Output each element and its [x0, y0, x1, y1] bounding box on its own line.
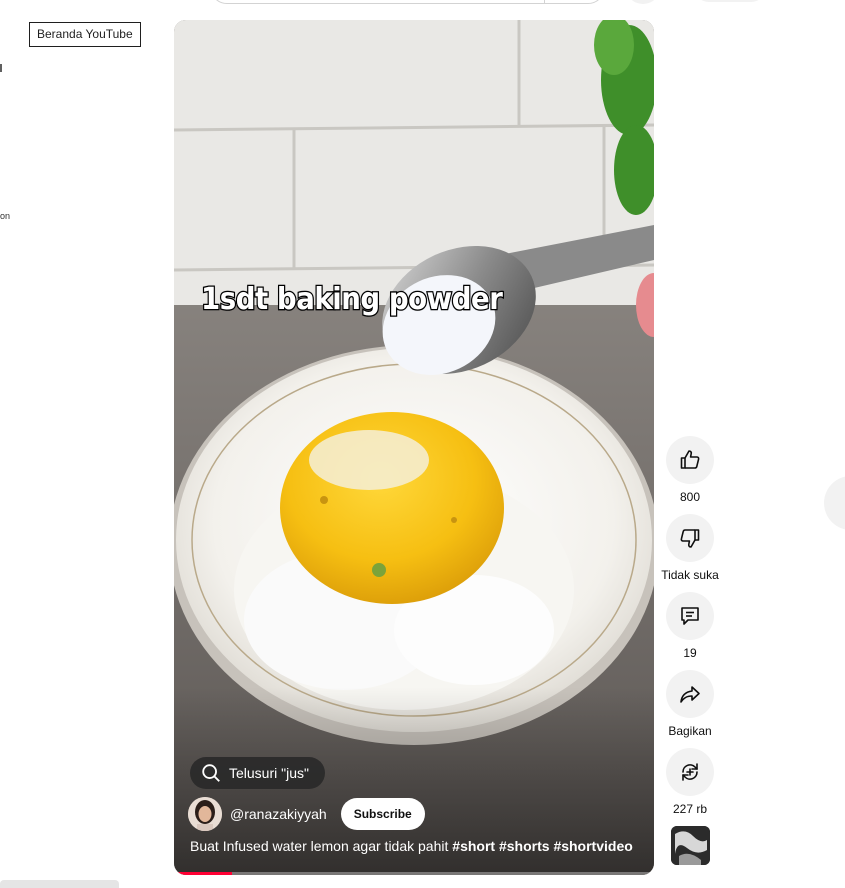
subscribe-button[interactable]: Subscribe	[340, 798, 425, 830]
remix-count: 227 rb	[672, 802, 708, 816]
shorts-page: Beranda YouTube on 1sdt baking powder Te…	[0, 0, 845, 888]
sidebar-fragment-label: on	[0, 211, 11, 221]
related-search-chip[interactable]: Telusuri "jus"	[190, 757, 325, 789]
hashtag-link[interactable]: #short	[452, 838, 495, 854]
channel-name[interactable]: @ranazakiyyah	[230, 806, 327, 822]
share-button[interactable]	[666, 670, 714, 718]
video-progress-fill	[174, 872, 232, 875]
video-title-text: Buat Infused water lemon agar tidak pahi…	[190, 838, 453, 854]
dislike-button[interactable]	[666, 514, 714, 562]
hashtag-link[interactable]: #shortvideo	[553, 838, 632, 854]
video-frame	[174, 20, 654, 875]
related-search-label: Telusuri "jus"	[229, 765, 309, 781]
short-video-player[interactable]: 1sdt baking powder Telusuri "jus" @ranaz…	[174, 20, 654, 875]
audio-thumbnail[interactable]	[671, 826, 710, 865]
dislike-action: Tidak suka	[655, 514, 725, 582]
sidebar-fragment	[0, 64, 2, 72]
video-title: Buat Infused water lemon agar tidak pahi…	[190, 838, 633, 854]
channel-avatar[interactable]	[188, 797, 222, 831]
thumb-up-icon	[680, 450, 700, 469]
remix-action: 227 rb	[655, 748, 725, 816]
share-action: Bagikan	[655, 670, 725, 738]
next-video-button[interactable]	[824, 476, 845, 530]
search-icon	[202, 764, 220, 782]
remix-button[interactable]	[666, 748, 714, 796]
video-progress-bar[interactable]	[174, 872, 654, 875]
share-label: Bagikan	[668, 724, 712, 738]
home-tooltip: Beranda YouTube	[29, 22, 141, 47]
comments-button[interactable]	[666, 592, 714, 640]
thumb-down-icon	[680, 529, 700, 548]
voice-search-button[interactable]	[626, 0, 660, 4]
create-button[interactable]	[694, 0, 766, 2]
search-bar[interactable]	[210, 0, 605, 4]
bottom-scrollbar[interactable]	[0, 880, 119, 888]
search-divider	[544, 0, 545, 3]
hashtag-link[interactable]: #shorts	[499, 838, 550, 854]
like-count: 800	[679, 490, 701, 504]
like-action: 800	[655, 436, 725, 504]
audio-thumbnail-image	[671, 826, 710, 865]
comment-icon	[681, 607, 699, 625]
dislike-label: Tidak suka	[661, 568, 719, 582]
like-button[interactable]	[666, 436, 714, 484]
avatar-image	[188, 797, 222, 831]
channel-row: @ranazakiyyah Subscribe	[188, 797, 425, 831]
remix-icon	[682, 763, 698, 781]
video-caption-overlay: 1sdt baking powder	[200, 281, 504, 319]
comment-count: 19	[683, 646, 697, 660]
comment-action: 19	[655, 592, 725, 660]
share-icon	[680, 686, 700, 703]
